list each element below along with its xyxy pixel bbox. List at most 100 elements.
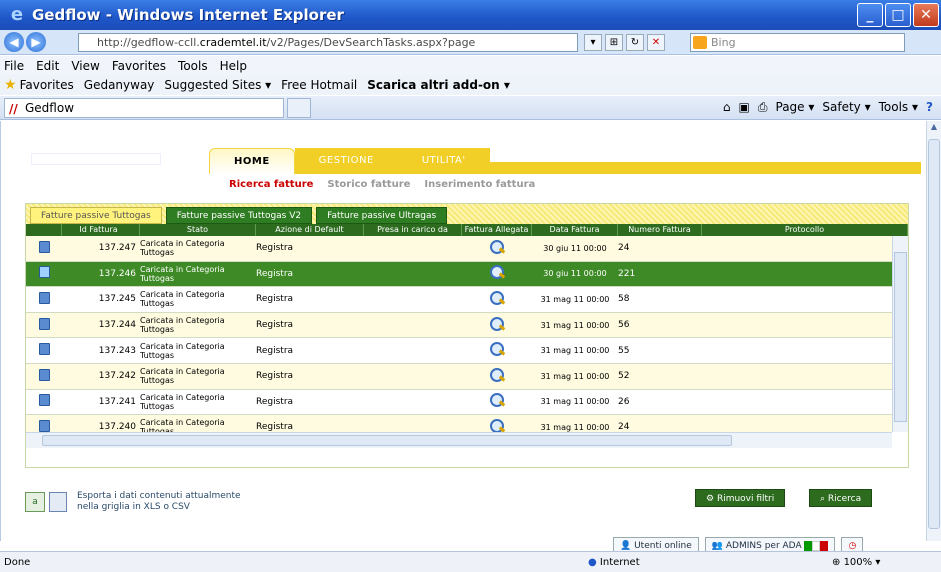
table-row[interactable]: 137.247 Caricata in Categoria Tuttogas Reg… xyxy=(26,236,892,262)
fav-item-hotmail[interactable]: Free Hotmail xyxy=(281,78,357,92)
document-icon[interactable] xyxy=(38,317,50,330)
table-row[interactable]: 137.241 Caricata in Categoria Tuttogas Reg… xyxy=(26,389,892,416)
fav-item-gedanyway[interactable]: Gedanyway xyxy=(84,78,155,92)
table-row[interactable]: 137.244 Caricata in Categoria Tuttogas Reg… xyxy=(26,312,892,339)
help-icon[interactable]: ? xyxy=(926,100,933,115)
table-row[interactable]: 137.242 Caricata in Categoria Tuttogas Reg… xyxy=(26,363,892,390)
row-allegata[interactable] xyxy=(462,418,532,432)
favorites-button[interactable]: ★ Favorites xyxy=(4,77,74,93)
page-vertical-scrollbar[interactable]: ▲ xyxy=(926,121,941,541)
grid-horizontal-scrollbar[interactable] xyxy=(26,432,892,448)
view-attachment-icon[interactable] xyxy=(489,367,505,382)
col-azione[interactable]: Azione di Default xyxy=(256,224,364,236)
row-icon-cell[interactable] xyxy=(26,266,62,281)
search-button[interactable]: ⌕ Ricerca xyxy=(809,489,873,507)
tab-gestione[interactable]: GESTIONE xyxy=(294,148,398,174)
view-attachment-icon[interactable] xyxy=(489,342,505,357)
fav-item-suggested[interactable]: Suggested Sites ▾ xyxy=(164,78,271,92)
view-attachment-icon[interactable] xyxy=(489,418,505,432)
refresh-icon[interactable]: ↻ xyxy=(626,34,644,51)
dropdown-icon[interactable]: ▾ xyxy=(584,34,602,51)
row-icon-cell[interactable] xyxy=(26,240,62,256)
view-attachment-icon[interactable] xyxy=(489,290,505,305)
row-icon-cell[interactable] xyxy=(26,343,62,358)
grid-tab-ultragas[interactable]: Fatture passive Ultragas xyxy=(316,207,448,224)
home-icon[interactable]: ⌂ xyxy=(723,100,731,115)
document-icon[interactable] xyxy=(38,343,50,356)
menu-help[interactable]: Help xyxy=(220,59,247,73)
grid-tab-tuttogas[interactable]: Fatture passive Tuttogas xyxy=(30,207,162,224)
stop-icon[interactable]: ✕ xyxy=(647,34,665,51)
compat-icon[interactable]: ⊞ xyxy=(605,34,623,51)
safety-menu[interactable]: Safety ▾ xyxy=(822,100,870,115)
feeds-icon[interactable]: ▣ xyxy=(739,100,750,115)
row-icon-cell[interactable] xyxy=(26,419,62,432)
tab-utilita[interactable]: UTILITA' xyxy=(397,148,490,174)
zoom-level[interactable]: ⊕ 100% ▾ xyxy=(832,557,880,568)
grid-tab-tuttogas-v2[interactable]: Fatture passive Tuttogas V2 xyxy=(165,207,313,224)
row-allegata[interactable] xyxy=(462,367,532,385)
col-stato[interactable]: Stato xyxy=(140,224,256,236)
browser-tab[interactable]: // Gedflow xyxy=(4,98,284,118)
document-icon[interactable] xyxy=(38,240,50,253)
url-input[interactable]: http://gedflow-ccll.crademtel.it/v2/Page… xyxy=(78,33,578,52)
col-data[interactable]: Data Fattura xyxy=(532,224,618,236)
col-allegata[interactable]: Fattura Allegata xyxy=(462,224,532,236)
table-row[interactable]: 137.246 Caricata in Categoria Tuttogas Reg… xyxy=(26,261,892,288)
row-allegata[interactable] xyxy=(462,239,532,257)
subnav-storico[interactable]: Storico fatture xyxy=(327,179,410,190)
row-icon-cell[interactable] xyxy=(26,394,62,409)
maximize-button[interactable]: □ xyxy=(885,3,911,27)
new-tab-button[interactable] xyxy=(287,98,311,118)
row-icon-cell[interactable] xyxy=(26,317,62,333)
print-icon[interactable]: ⎙ xyxy=(758,100,768,115)
page-vscroll-thumb[interactable] xyxy=(928,139,940,529)
document-icon[interactable] xyxy=(38,419,50,432)
page-menu[interactable]: Page ▾ xyxy=(776,100,815,115)
view-attachment-icon[interactable] xyxy=(489,393,505,408)
row-icon-cell[interactable] xyxy=(26,291,62,307)
fav-item-addon[interactable]: Scarica altri add-on ▾ xyxy=(367,78,510,92)
table-row[interactable]: 137.245 Caricata in Categoria Tuttogas Reg… xyxy=(26,287,892,313)
minimize-button[interactable]: _ xyxy=(857,3,883,27)
grid-vertical-scrollbar[interactable] xyxy=(892,236,908,432)
menu-favorites[interactable]: Favorites xyxy=(112,59,166,73)
table-row[interactable]: 137.243 Caricata in Categoria Tuttogas Reg… xyxy=(26,338,892,364)
back-icon[interactable]: ◀ xyxy=(4,32,24,52)
grid-vscroll-thumb[interactable] xyxy=(894,252,907,422)
csv-export-icon[interactable] xyxy=(49,492,67,512)
col-protocollo[interactable]: Protocollo xyxy=(702,224,908,236)
row-allegata[interactable] xyxy=(462,316,532,334)
scroll-up-icon[interactable]: ▲ xyxy=(928,122,940,136)
xls-export-icon[interactable]: a xyxy=(25,492,45,512)
view-attachment-icon[interactable] xyxy=(489,239,505,254)
menu-tools[interactable]: Tools xyxy=(178,59,208,73)
row-allegata[interactable] xyxy=(462,290,532,308)
grid-hscroll-thumb[interactable] xyxy=(42,435,732,446)
menu-view[interactable]: View xyxy=(71,59,99,73)
row-allegata[interactable] xyxy=(462,342,532,359)
menu-file[interactable]: File xyxy=(4,59,24,73)
col-presa[interactable]: Presa in carico da xyxy=(364,224,462,236)
document-icon[interactable] xyxy=(38,394,50,407)
document-icon[interactable] xyxy=(38,291,50,304)
row-allegata[interactable] xyxy=(462,393,532,410)
row-icon-cell[interactable] xyxy=(26,368,62,384)
table-row[interactable]: 137.240 Caricata in Categoria Tuttogas Reg… xyxy=(26,415,892,432)
document-icon[interactable] xyxy=(38,266,50,279)
tools-menu[interactable]: Tools ▾ xyxy=(879,100,918,115)
tab-home[interactable]: HOME xyxy=(209,148,295,174)
col-numero[interactable]: Numero Fattura xyxy=(618,224,702,236)
menu-edit[interactable]: Edit xyxy=(36,59,59,73)
document-icon[interactable] xyxy=(38,368,50,381)
row-allegata[interactable] xyxy=(462,265,532,282)
forward-icon[interactable]: ▶ xyxy=(26,32,46,52)
search-input[interactable]: Bing xyxy=(690,33,905,52)
subnav-inserimento[interactable]: Inserimento fattura xyxy=(424,179,535,190)
remove-filters-button[interactable]: ⚙ Rimuovi filtri xyxy=(695,489,786,507)
subnav-ricerca[interactable]: Ricerca fatture xyxy=(229,179,313,190)
view-attachment-icon[interactable] xyxy=(489,265,505,280)
view-attachment-icon[interactable] xyxy=(489,316,505,331)
col-id[interactable]: Id Fattura xyxy=(62,224,140,236)
close-button[interactable]: ✕ xyxy=(913,3,939,27)
